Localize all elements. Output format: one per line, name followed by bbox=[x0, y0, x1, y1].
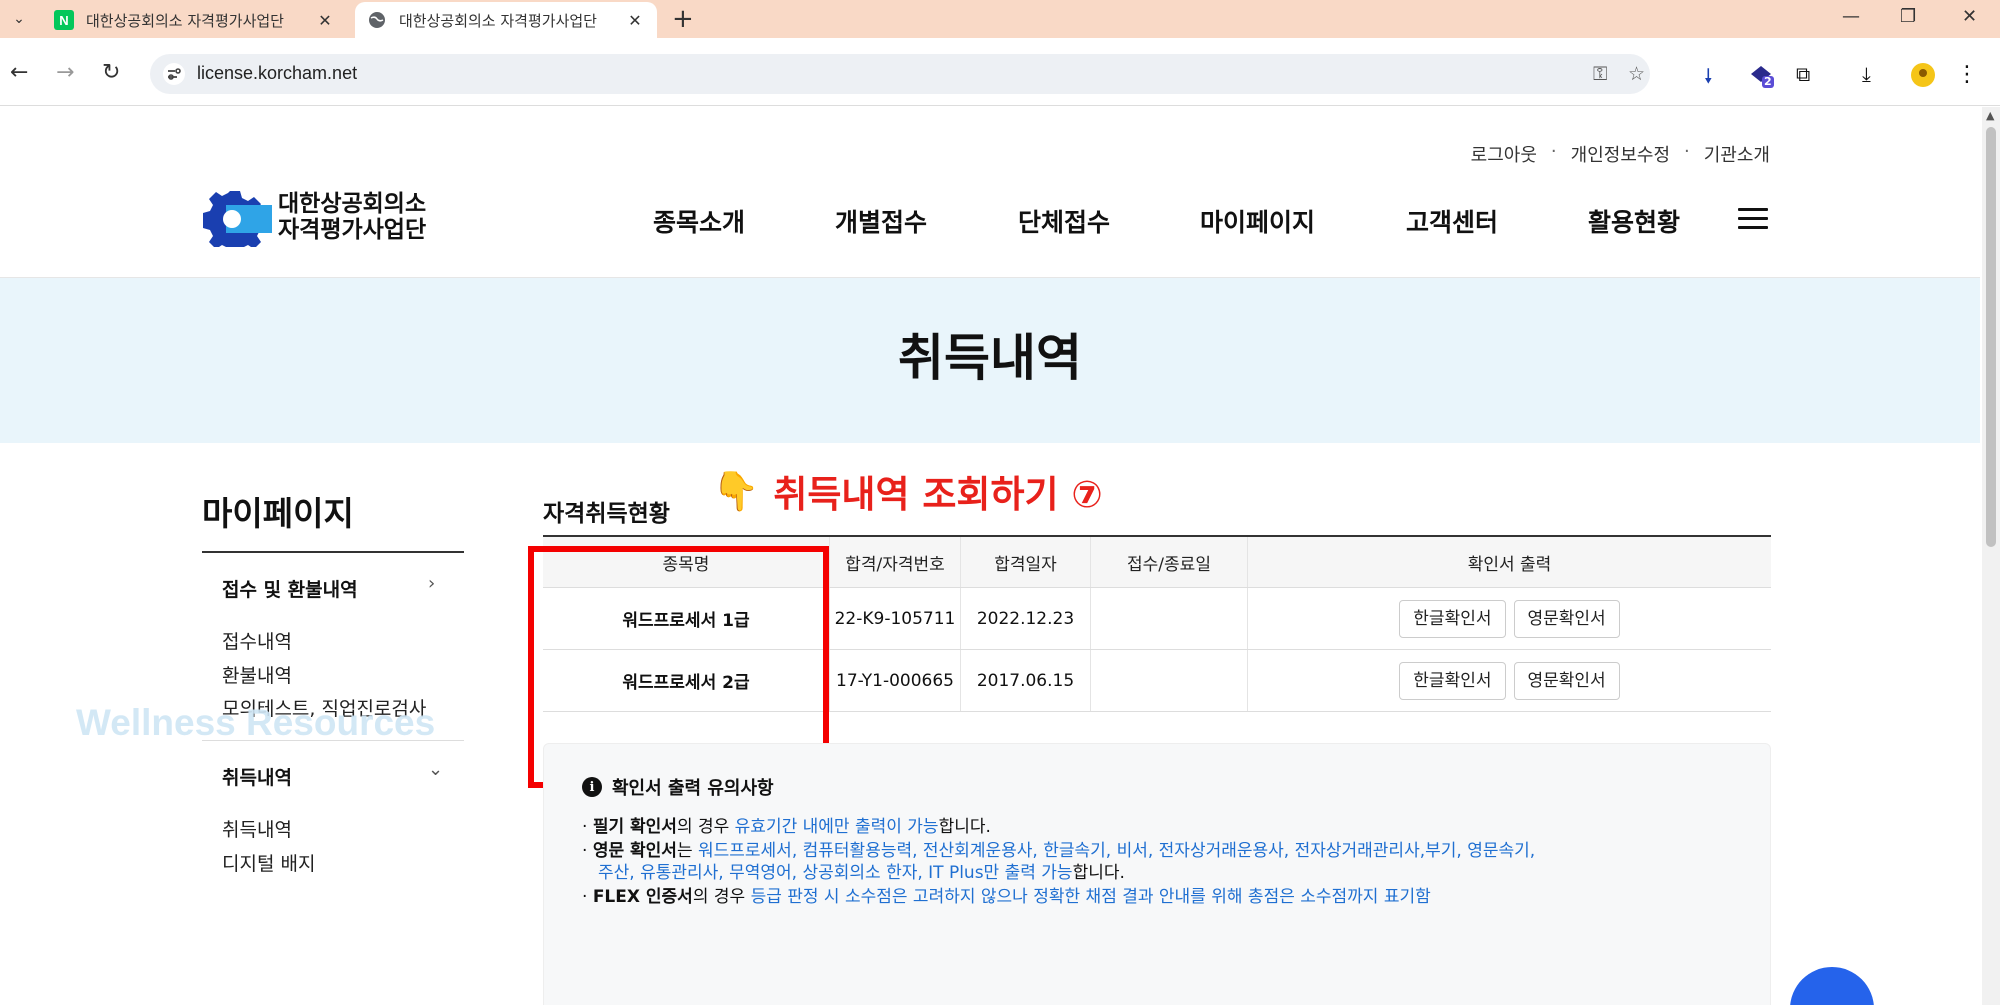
notice-line: · 필기 확인서의 경우 유효기간 내에만 출력이 가능합니다. bbox=[582, 817, 991, 837]
header-cell: 접수/종료일 bbox=[1091, 537, 1248, 587]
about-link[interactable]: 기관소개 bbox=[1704, 141, 1770, 167]
scroll-thumb[interactable] bbox=[1986, 127, 1996, 547]
print-cell: 한글확인서 영문확인서 bbox=[1248, 588, 1771, 649]
util-separator: · bbox=[1550, 141, 1557, 162]
pass-date: 2022.12.23 bbox=[961, 588, 1091, 649]
nav-item-group[interactable]: 단체접수 bbox=[1018, 203, 1110, 239]
url-text: license.korcham.net bbox=[197, 63, 358, 83]
tab-title: 대한상공회의소 자격평가사업단 bbox=[86, 11, 284, 30]
sidebar-item-refunds[interactable]: 환불내역 bbox=[222, 661, 292, 688]
notice-title: i 확인서 출력 유의사항 bbox=[582, 774, 774, 800]
annotation-callout: 👇 취득내역 조회하기 ⑦ bbox=[712, 464, 1103, 518]
extension-badge-count: 2 bbox=[1764, 75, 1772, 88]
naver-icon: N bbox=[54, 10, 74, 30]
logo-text: 대한상공회의소 자격평가사업단 bbox=[278, 191, 427, 243]
edit-profile-link[interactable]: 개인정보수정 bbox=[1571, 141, 1670, 167]
sidebar-divider bbox=[202, 551, 464, 553]
chat-bubble-icon[interactable] bbox=[1790, 967, 1874, 1005]
back-arrow-icon[interactable]: ← bbox=[10, 60, 28, 85]
info-icon: i bbox=[582, 777, 602, 797]
forward-arrow-icon[interactable]: → bbox=[56, 60, 74, 85]
close-window-icon[interactable]: ✕ bbox=[1962, 6, 1977, 27]
period bbox=[1091, 588, 1248, 649]
pass-date: 2017.06.15 bbox=[961, 650, 1091, 711]
browser-tab-bar: ⌄ N 대한상공회의소 자격평가사업단 ✕ 대한상공회의소 자격평가사업단 ✕ … bbox=[0, 0, 2000, 38]
sidebar-section-receipts[interactable]: 접수 및 환불내역 bbox=[222, 575, 358, 602]
address-bar[interactable]: license.korcham.net ⚿ ☆ bbox=[150, 54, 1650, 94]
restore-icon[interactable]: ❐ bbox=[1900, 6, 1916, 27]
browser-tab-2[interactable]: 대한상공회의소 자격평가사업단 ✕ bbox=[355, 2, 657, 38]
browser-menu-icon[interactable]: ⋮ bbox=[1956, 62, 1978, 87]
close-tab-icon[interactable]: ✕ bbox=[625, 11, 645, 30]
globe-icon bbox=[367, 10, 387, 30]
notice-box: i 확인서 출력 유의사항 · 필기 확인서의 경우 유효기간 내에만 출력이 … bbox=[543, 743, 1771, 1005]
site-settings-icon[interactable] bbox=[162, 62, 186, 86]
header-cell: 합격/자격번호 bbox=[830, 537, 961, 587]
util-separator: · bbox=[1684, 141, 1690, 162]
header-cell: 확인서 출력 bbox=[1467, 554, 1552, 575]
nav-item-mypage[interactable]: 마이페이지 bbox=[1200, 203, 1315, 239]
tab-search-chevron-icon[interactable]: ⌄ bbox=[6, 6, 32, 32]
nav-item-support[interactable]: 고객센터 bbox=[1406, 203, 1498, 239]
section-title: 자격취득현황 bbox=[543, 501, 670, 527]
callout-text: 취득내역 조회하기 ⑦ bbox=[773, 473, 1103, 516]
page-scrollbar[interactable]: ▲ bbox=[1982, 107, 2000, 1005]
site-logo[interactable]: 대한상공회의소 자격평가사업단 bbox=[200, 187, 440, 255]
extensions-puzzle-icon[interactable]: ⧉ bbox=[1796, 62, 1810, 86]
sidebar-section-acquired[interactable]: 취득내역 bbox=[222, 763, 292, 790]
new-tab-plus-icon[interactable]: + bbox=[672, 4, 694, 34]
english-cert-button[interactable]: 영문확인서 bbox=[1513, 661, 1620, 700]
cert-number: 22-K9-105711 bbox=[830, 588, 961, 649]
page-title: 취득내역 bbox=[898, 329, 1082, 387]
hamburger-menu-icon[interactable] bbox=[1738, 208, 1768, 230]
extension-badge-icon[interactable]: 2 bbox=[1748, 62, 1774, 93]
chevron-down-icon[interactable]: ⌄ bbox=[428, 759, 443, 780]
page-banner: 취득내역 bbox=[0, 278, 1980, 443]
close-tab-icon[interactable]: ✕ bbox=[315, 11, 335, 30]
cert-number: 17-Y1-000665 bbox=[830, 650, 961, 711]
profile-avatar-icon[interactable] bbox=[1910, 62, 1936, 93]
korean-cert-button[interactable]: 한글확인서 bbox=[1399, 599, 1506, 638]
pointing-hand-icon: 👇 bbox=[712, 468, 760, 513]
nav-item-individual[interactable]: 개별접수 bbox=[835, 203, 927, 239]
minimize-icon[interactable]: — bbox=[1842, 6, 1860, 27]
reload-icon[interactable]: ↻ bbox=[102, 60, 120, 85]
period bbox=[1091, 650, 1248, 711]
extension-download-icon[interactable]: 🠗 bbox=[1704, 62, 1713, 96]
sidebar-item-receipts[interactable]: 접수내역 bbox=[222, 627, 292, 654]
browser-toolbar: ← → ↻ license.korcham.net ⚿ ☆ 🠗 2 ⧉ ⤓ ⋮ bbox=[0, 38, 2000, 106]
chevron-right-icon[interactable]: › bbox=[428, 573, 435, 594]
header-cell: 합격일자 bbox=[961, 537, 1091, 587]
korean-cert-button[interactable]: 한글확인서 bbox=[1399, 661, 1506, 700]
notice-line: · FLEX 인증서의 경우 등급 판정 시 소수점은 고려하지 않으나 정확한… bbox=[582, 887, 1431, 907]
utility-links: 로그아웃 · 개인정보수정 · 기관소개 bbox=[1471, 141, 1770, 167]
nav-item-usage[interactable]: 활용현황 bbox=[1588, 203, 1680, 239]
web-page: 로그아웃 · 개인정보수정 · 기관소개 대한상공회의소 자격평가사업단 종목소… bbox=[0, 107, 1980, 1005]
browser-tab-1[interactable]: N 대한상공회의소 자격평가사업단 ✕ bbox=[42, 2, 347, 38]
certificate-table: 종목명 합격/자격번호 합격일자 접수/종료일 확인서 출력 워드프로세서 1급… bbox=[543, 535, 1771, 712]
sidebar-item-digital-badge[interactable]: 디지털 배지 bbox=[222, 849, 315, 876]
notice-line: 주산, 유통관리사, 무역영어, 상공회의소 한자, IT Plus만 출력 가… bbox=[598, 863, 1125, 883]
sidebar-title: 마이페이지 bbox=[202, 494, 354, 533]
sidebar-item-acquired[interactable]: 취득내역 bbox=[222, 815, 292, 842]
password-key-icon[interactable]: ⚿ bbox=[1593, 63, 1607, 85]
print-cell: 한글확인서 영문확인서 bbox=[1248, 650, 1771, 711]
nav-item-intro[interactable]: 종목소개 bbox=[653, 203, 745, 239]
download-icon[interactable]: ⤓ bbox=[1862, 62, 1871, 86]
scroll-up-arrow-icon[interactable]: ▲ bbox=[1986, 109, 1994, 122]
logout-link[interactable]: 로그아웃 bbox=[1471, 141, 1537, 167]
tab-title: 대한상공회의소 자격평가사업단 bbox=[399, 11, 597, 30]
english-cert-button[interactable]: 영문확인서 bbox=[1513, 599, 1620, 638]
bookmark-star-icon[interactable]: ☆ bbox=[1628, 63, 1645, 85]
gear-logo-icon bbox=[203, 191, 272, 255]
watermark-text: Wellness Resources bbox=[76, 702, 436, 743]
